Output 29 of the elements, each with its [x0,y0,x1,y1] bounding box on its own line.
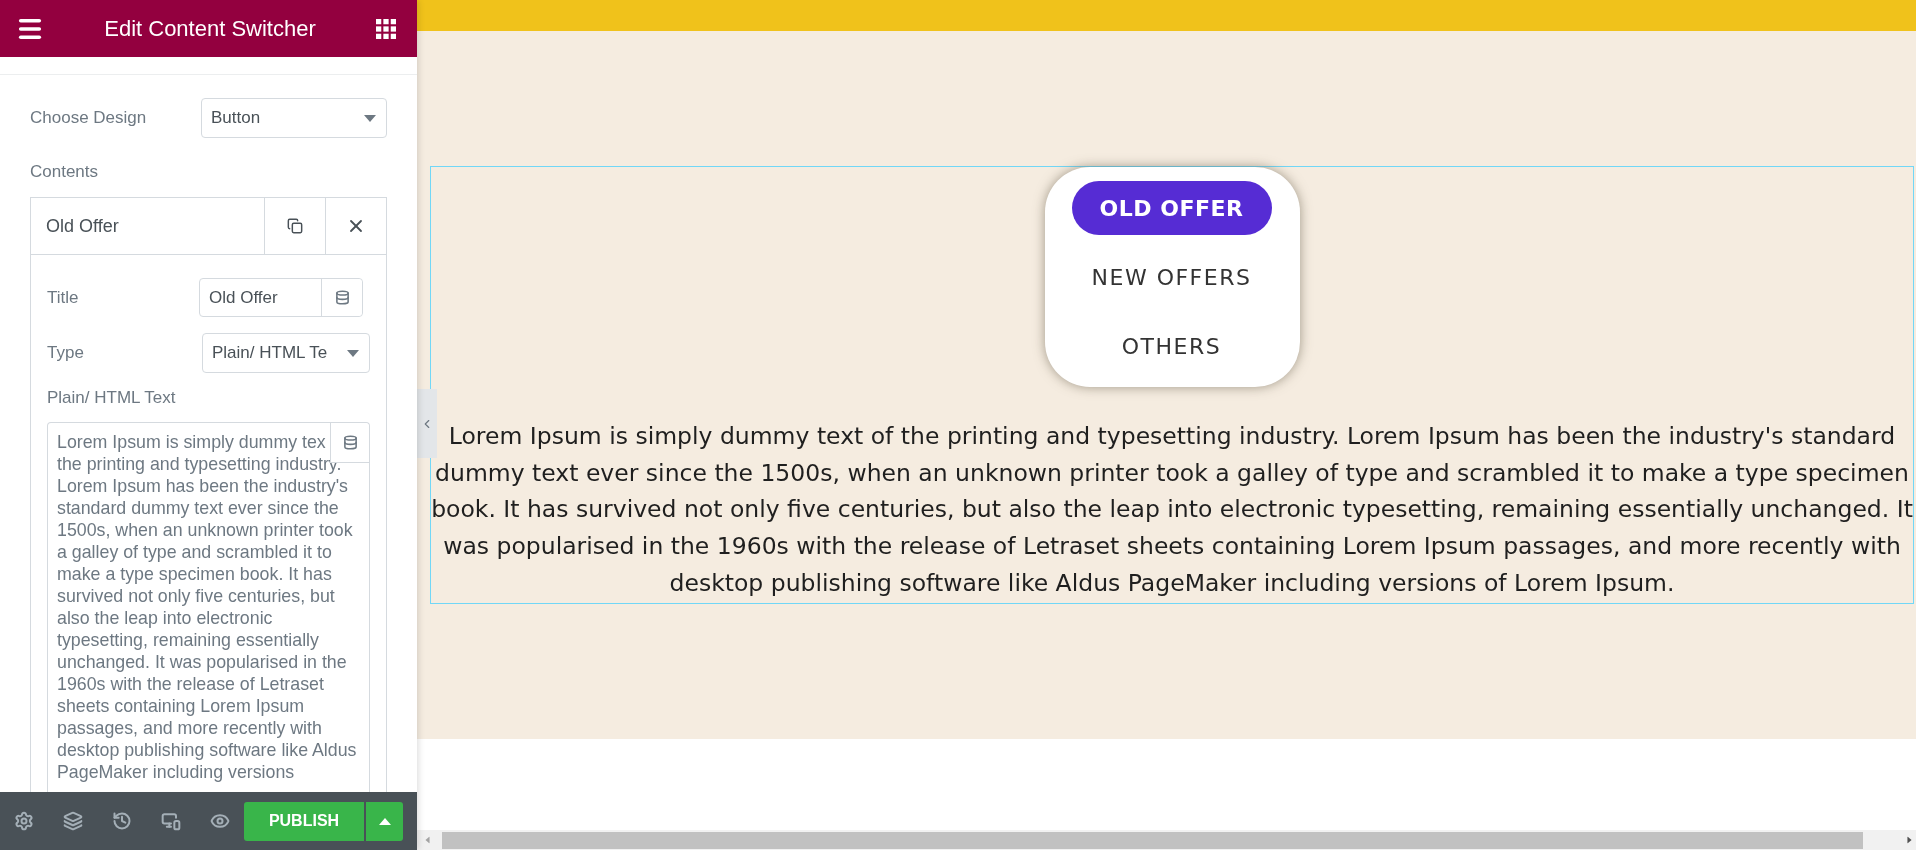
section-heading: Contents [30,161,99,182]
dynamic-tags-button[interactable] [321,279,362,316]
field-label: Plain/ HTML Text [47,387,176,409]
settings-icon[interactable] [14,811,34,831]
switcher-option[interactable]: OTHERS [1071,319,1272,373]
field-label: Title [47,286,79,309]
text-input[interactable]: Old Offer [199,278,363,317]
preview-icon[interactable] [210,811,230,831]
switcher-option[interactable]: NEW OFFERS [1071,250,1272,304]
apps-grid-icon[interactable] [376,18,396,39]
repeater-item-title[interactable]: Old Offer [31,198,264,254]
panel-title: Edit Content Switcher [104,15,316,43]
field-label: Type [47,342,84,365]
database-icon [342,435,358,450]
caret-icon [364,114,376,122]
field-label: Choose Design [30,107,147,130]
history-icon[interactable] [112,811,132,831]
database-icon [334,290,350,305]
select-field[interactable]: Plain/ HTML Te [202,333,370,373]
layers-icon[interactable] [63,811,83,831]
caret-up-icon [378,817,391,825]
input-value: Old Offer [208,286,279,309]
publish-options-button[interactable] [366,801,403,841]
responsive-icon[interactable] [161,811,181,831]
caret-icon [347,349,359,357]
copy-icon [287,218,303,234]
switcher-option[interactable]: OLD OFFER [1071,181,1272,235]
select-field[interactable]: Button [201,98,387,138]
paragraph-text: Lorem Ipsum is simply dummy text of the printing and typesetting industry. Lorem Ipsum has been the industry's standard dummy text ever since the 1500s, when an unknown printer took a galley of type and scrambled it to make a type specimen book. It has survived not only five centuries, but also the leap into electronic typesetting, remaining essentially unchanged. It was popularised in the 1960s with the release of Letraset sheets containing Lorem Ipsum passages, and more recently with desktop publishing software like Aldus PageMaker including versions of Lorem Ipsum. [431,421,1913,599]
